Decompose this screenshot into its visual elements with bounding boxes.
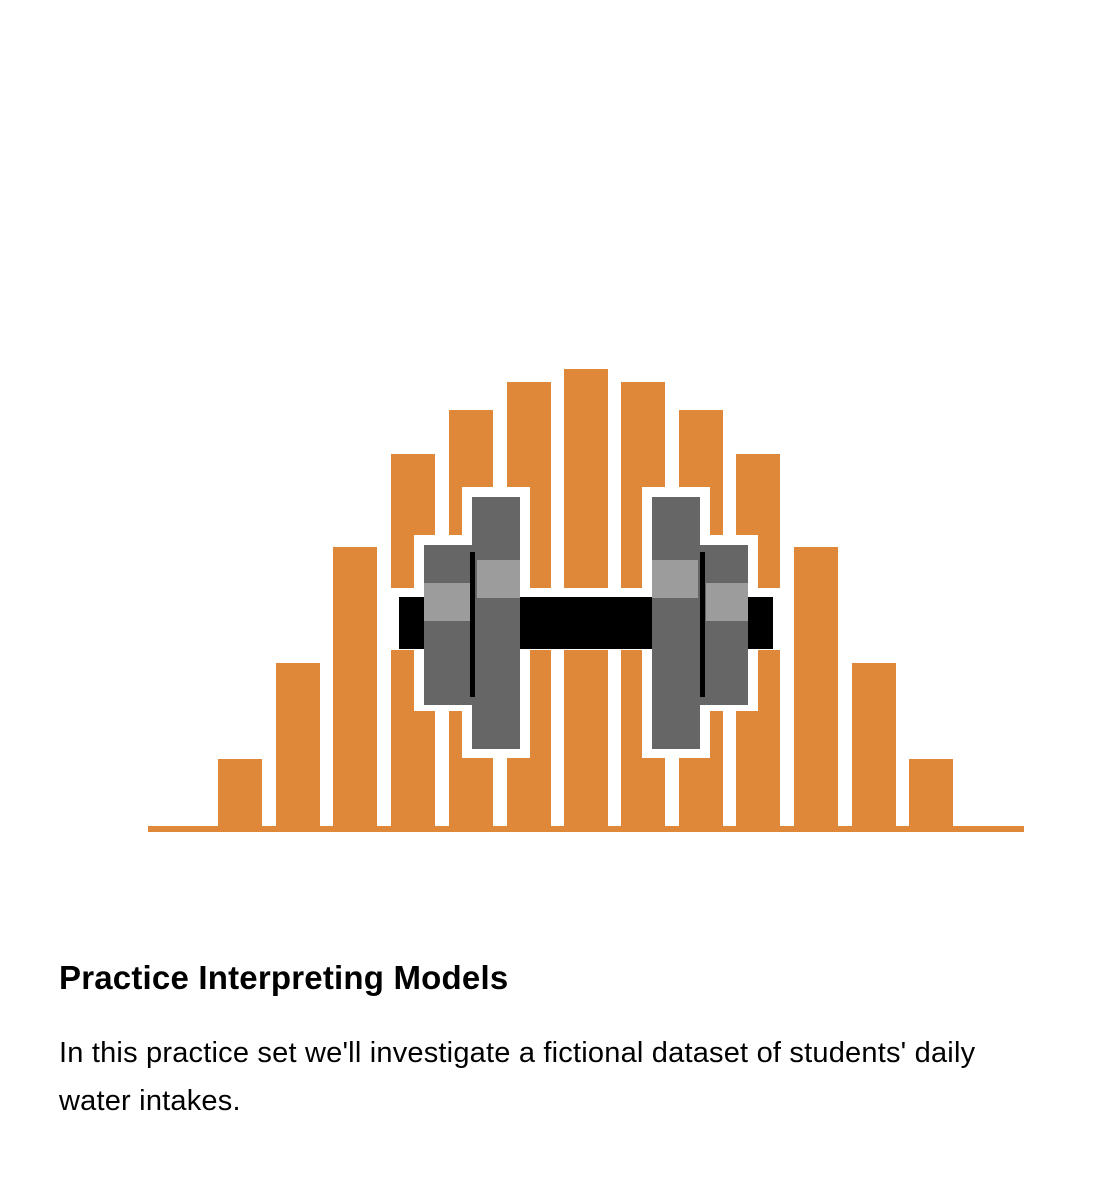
histogram-bar xyxy=(852,663,896,830)
histogram-bar xyxy=(794,547,838,830)
histogram-bar xyxy=(333,547,377,830)
practice-card[interactable]: Practice Interpreting Models In this pra… xyxy=(0,0,1096,1204)
dumbbell-plate-small xyxy=(700,545,748,705)
card-title[interactable]: Practice Interpreting Models xyxy=(59,953,1059,1003)
histogram-bar xyxy=(276,663,320,830)
dumbbell-plate-large xyxy=(472,497,520,749)
card-illustration xyxy=(148,369,1024,832)
histogram-bar xyxy=(909,759,953,830)
dumbbell-plate-small xyxy=(424,545,472,705)
dumbbell-plate-large xyxy=(652,497,700,749)
card-description: In this practice set we'll investigate a… xyxy=(59,1037,976,1117)
baseline xyxy=(148,826,1024,832)
card-text: Practice Interpreting Models In this pra… xyxy=(59,953,1059,1125)
histogram-bar xyxy=(218,759,262,830)
